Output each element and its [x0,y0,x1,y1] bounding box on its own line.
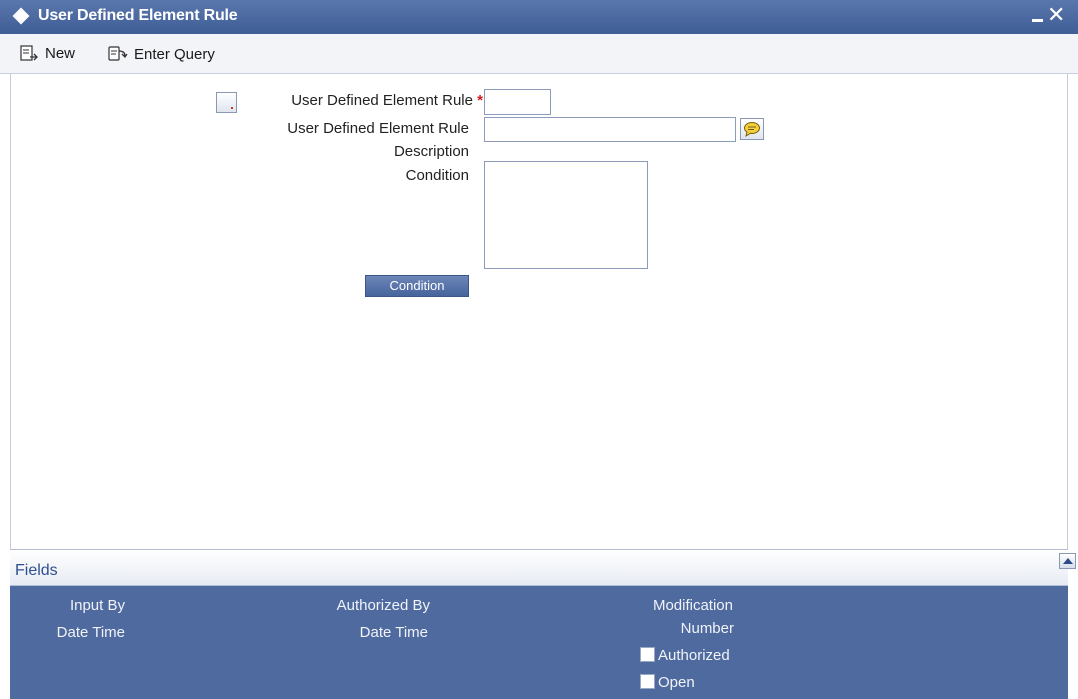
new-document-icon [20,45,38,61]
window-title: User Defined Element Rule [38,7,238,24]
condition-textarea[interactable] [484,161,648,269]
authorized-checkbox[interactable] [640,647,655,662]
enter-query-button-label: Enter Query [134,45,215,63]
description-lov-button[interactable] [740,118,764,140]
description-label-line2: Description [393,143,469,160]
new-button[interactable]: New [20,45,75,62]
audit-panel: Input By Date Time Authorized By Date Ti… [10,586,1068,699]
rule-label: User Defined Element Rule * [200,92,483,109]
minimize-icon[interactable] [1032,19,1043,22]
enter-query-button[interactable]: Enter Query [108,45,215,63]
input-by-label: Input By [69,597,125,614]
arrow-up-icon[interactable] [1059,553,1076,569]
query-icon [108,46,128,61]
speech-bubble-icon [744,122,760,137]
condition-label: Condition [405,167,469,184]
authorized-checkbox-label: Authorized [658,647,730,664]
input-date-time-label: Date Time [56,624,125,641]
new-button-label: New [45,45,76,62]
description-input[interactable] [484,117,736,142]
modification-label-line1: Modification [652,597,733,614]
rule-label-text: User Defined Element Rule [291,92,473,109]
close-icon[interactable]: ✕ [1047,2,1065,28]
authorized-date-time-label: Date Time [359,624,428,641]
open-checkbox[interactable] [640,674,655,689]
rule-input[interactable] [484,89,551,115]
description-label-line1: User Defined Element Rule [287,120,469,137]
fields-label[interactable]: Fields [15,562,58,580]
window-titlebar: User Defined Element Rule ✕ [0,0,1078,34]
open-checkbox-label: Open [658,674,695,691]
condition-button[interactable]: Condition [365,275,469,297]
authorized-by-label: Authorized By [336,597,430,614]
diamond-icon [12,7,30,25]
modification-label-line2: Number [680,620,734,637]
fields-bar: Fields [10,549,1076,586]
toolbar: New Enter Query [0,34,1078,74]
main-panel [10,74,1068,549]
required-marker: * [477,92,483,109]
